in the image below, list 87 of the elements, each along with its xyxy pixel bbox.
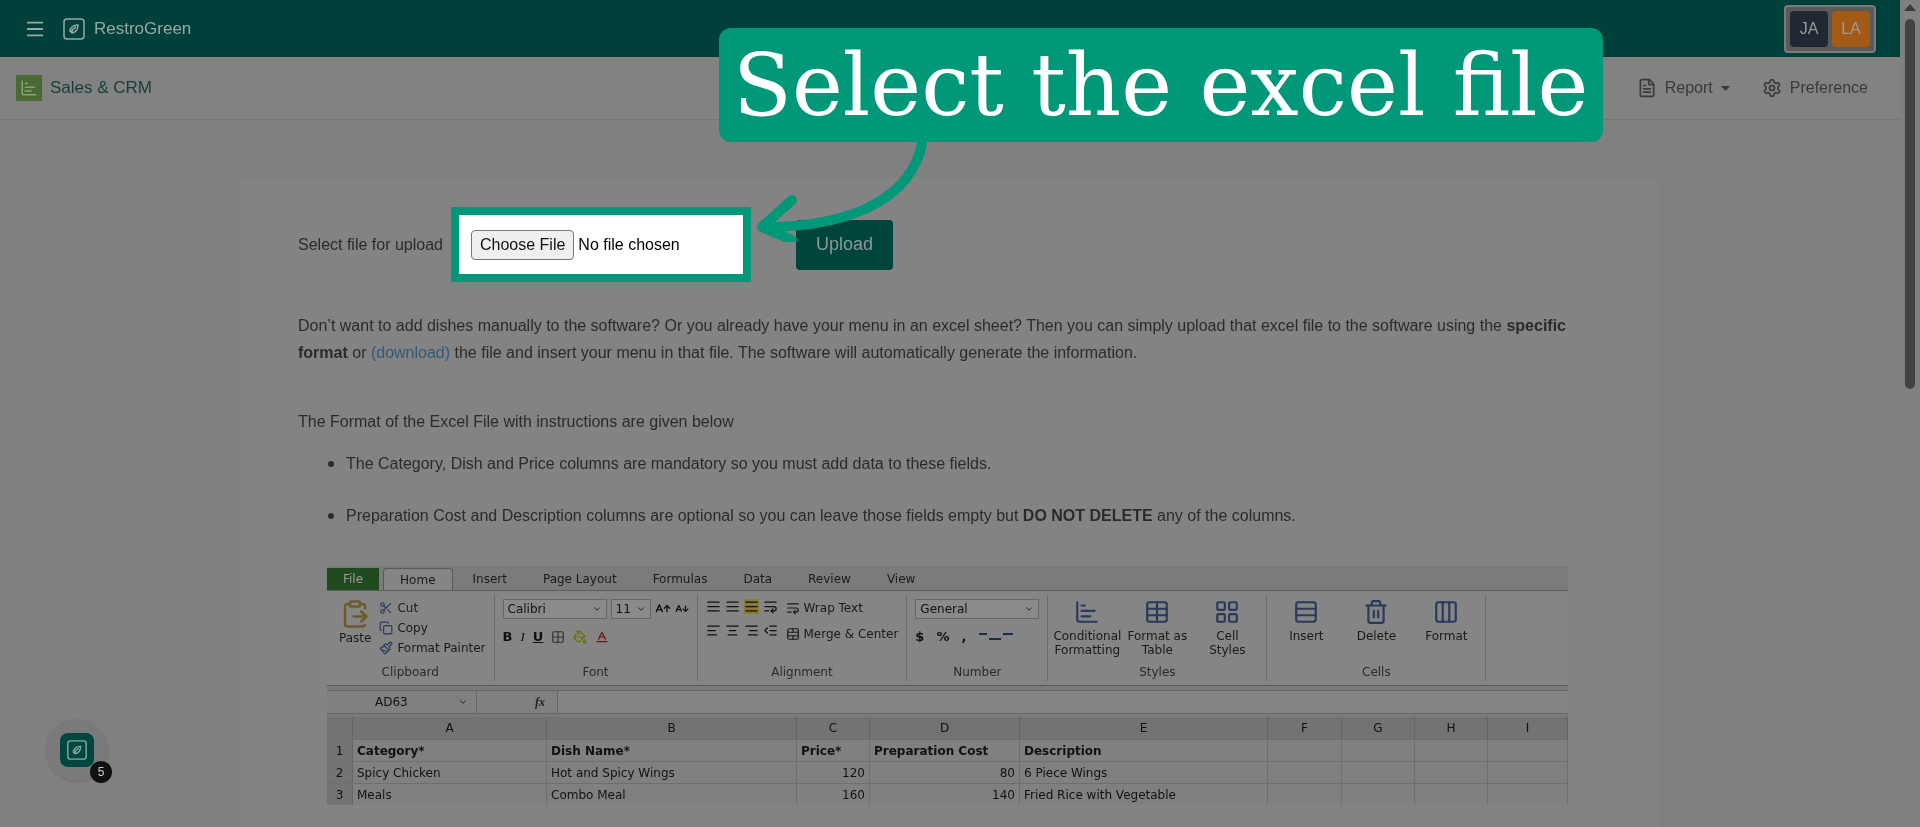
- avatar[interactable]: JA: [1790, 10, 1828, 47]
- ribbon-tab[interactable]: Formulas: [636, 568, 724, 590]
- ribbon-group-label: Alignment: [770, 664, 834, 681]
- nav-menu-item[interactable]: Preference: [1761, 76, 1868, 100]
- tour-callout: Select the excel file: [719, 28, 1603, 142]
- alignment-item[interactable]: Wrap Text: [785, 599, 899, 617]
- table-cell: Combo Meal: [547, 784, 797, 805]
- format-heading: The Format of the Excel File with instructions are given below: [298, 412, 735, 432]
- table-cell: Meals: [353, 784, 547, 805]
- number-format-button[interactable]: %: [936, 627, 950, 647]
- ribbon-group-label: Clipboard: [380, 664, 440, 681]
- row-header: 3: [327, 784, 353, 805]
- wrap-text-icon: [785, 601, 800, 615]
- ribbon-tab[interactable]: File: [327, 568, 380, 590]
- caret-icon: [635, 604, 646, 614]
- ribbon-tab[interactable]: Data: [727, 568, 789, 590]
- bullet-icon: [328, 513, 334, 519]
- font-color-icon: [595, 629, 610, 644]
- cells-icon: [1363, 599, 1390, 625]
- instruction-text: The Category, Dish and Price columns are mandatory so you must add data to these fields.: [346, 454, 992, 474]
- font-size-field[interactable]: 11: [610, 599, 651, 619]
- settings-icon: [1761, 78, 1782, 98]
- caret-icon: [458, 697, 468, 707]
- intro-paragraph: Don’t want to add dishes manually to the software? Or you already have your menu in an excel sheet? Then you can simply upload that excel file to the software using the specific format or (download) the file and insert your menu in that file. The software will automatically generate the information.: [298, 316, 1567, 363]
- borders-icon: [551, 629, 566, 644]
- align-left-icon: [705, 623, 721, 638]
- name-box[interactable]: AD63: [327, 691, 477, 713]
- ribbon-button[interactable]: Delete: [1345, 599, 1408, 643]
- choose-file-button[interactable]: Choose File: [471, 229, 575, 260]
- bullet-icon: [328, 461, 334, 467]
- number-format-field[interactable]: General: [915, 599, 1040, 619]
- ribbon-group-label: Cells: [1361, 664, 1392, 681]
- clipboard-item[interactable]: Copy: [379, 619, 486, 637]
- number-format-button[interactable]: ,: [961, 627, 967, 647]
- ribbon-button[interactable]: Cell Styles: [1196, 599, 1259, 657]
- ribbon-tab[interactable]: Review: [792, 568, 867, 590]
- function-label: fx: [534, 694, 546, 711]
- row-header: 1: [327, 740, 353, 761]
- bold-button[interactable]: B: [502, 627, 513, 647]
- paintbrush-icon: [379, 641, 394, 655]
- cells-icon: [1433, 599, 1460, 625]
- ribbon-group-label: Styles: [1138, 664, 1177, 681]
- align-center-icon: [724, 623, 740, 638]
- leaf-logo-icon: [62, 16, 86, 41]
- app-name: RestroGreen: [94, 17, 192, 40]
- ribbon-group-label: Number: [952, 664, 1003, 681]
- caret-icon: [1024, 604, 1035, 614]
- underline-button[interactable]: U: [532, 627, 544, 647]
- ribbon-tab[interactable]: View: [870, 568, 932, 590]
- ribbon-tab[interactable]: Home: [383, 568, 453, 590]
- ribbon-tab[interactable]: Page Layout: [526, 568, 633, 590]
- merge-cells-icon: [785, 627, 800, 641]
- file-status: No file chosen: [578, 234, 680, 255]
- upload-button[interactable]: Upload: [796, 219, 894, 270]
- ribbon-button[interactable]: Conditional Formatting: [1056, 599, 1119, 657]
- caret-icon: [1720, 85, 1730, 91]
- nav-menu-item[interactable]: Report: [1636, 76, 1730, 100]
- ribbon-tab[interactable]: Insert: [456, 568, 523, 590]
- align-right-icon: [743, 623, 759, 638]
- formula-field[interactable]: [557, 691, 1568, 713]
- ribbon-button[interactable]: Format as Table: [1126, 599, 1189, 657]
- clipboard-item[interactable]: Format Painter: [379, 639, 486, 657]
- table-cell: 160: [797, 784, 870, 805]
- ribbon-button[interactable]: Insert: [1275, 599, 1338, 643]
- caret-icon: [591, 604, 602, 614]
- table-cell: Fried Rice with Vegetable: [1020, 784, 1268, 805]
- paste-button[interactable]: Paste: [335, 599, 376, 657]
- notification-badge: 5: [90, 761, 112, 783]
- indent-icon: [762, 623, 778, 638]
- leaf-logo-icon: [66, 739, 88, 761]
- instruction-text: Preparation Cost and Description columns are optional so you can leave those fields empty but DO NOT DELETE any of the columns.: [346, 506, 1296, 526]
- chart-icon: [16, 75, 42, 101]
- table-cell: 140: [870, 784, 1020, 805]
- scissors-icon: [379, 601, 394, 615]
- row-header: 2: [327, 762, 353, 783]
- cells-icon: [1293, 599, 1320, 625]
- fill-color-icon: [573, 629, 588, 644]
- upload-label: Select file for upload: [298, 234, 443, 255]
- module-title: Sales & CRM: [50, 77, 153, 100]
- alignment-item[interactable]: Merge & Center: [785, 625, 899, 643]
- ribbon-group-label: Font: [581, 664, 610, 681]
- ribbon-button[interactable]: Format: [1415, 599, 1478, 643]
- number-format-button[interactable]: $: [915, 627, 925, 647]
- copy-icon: [379, 621, 394, 635]
- font-family-field[interactable]: Calibri: [502, 599, 607, 619]
- clipboard-item[interactable]: Cut: [379, 599, 486, 617]
- italic-button[interactable]: I: [520, 627, 525, 647]
